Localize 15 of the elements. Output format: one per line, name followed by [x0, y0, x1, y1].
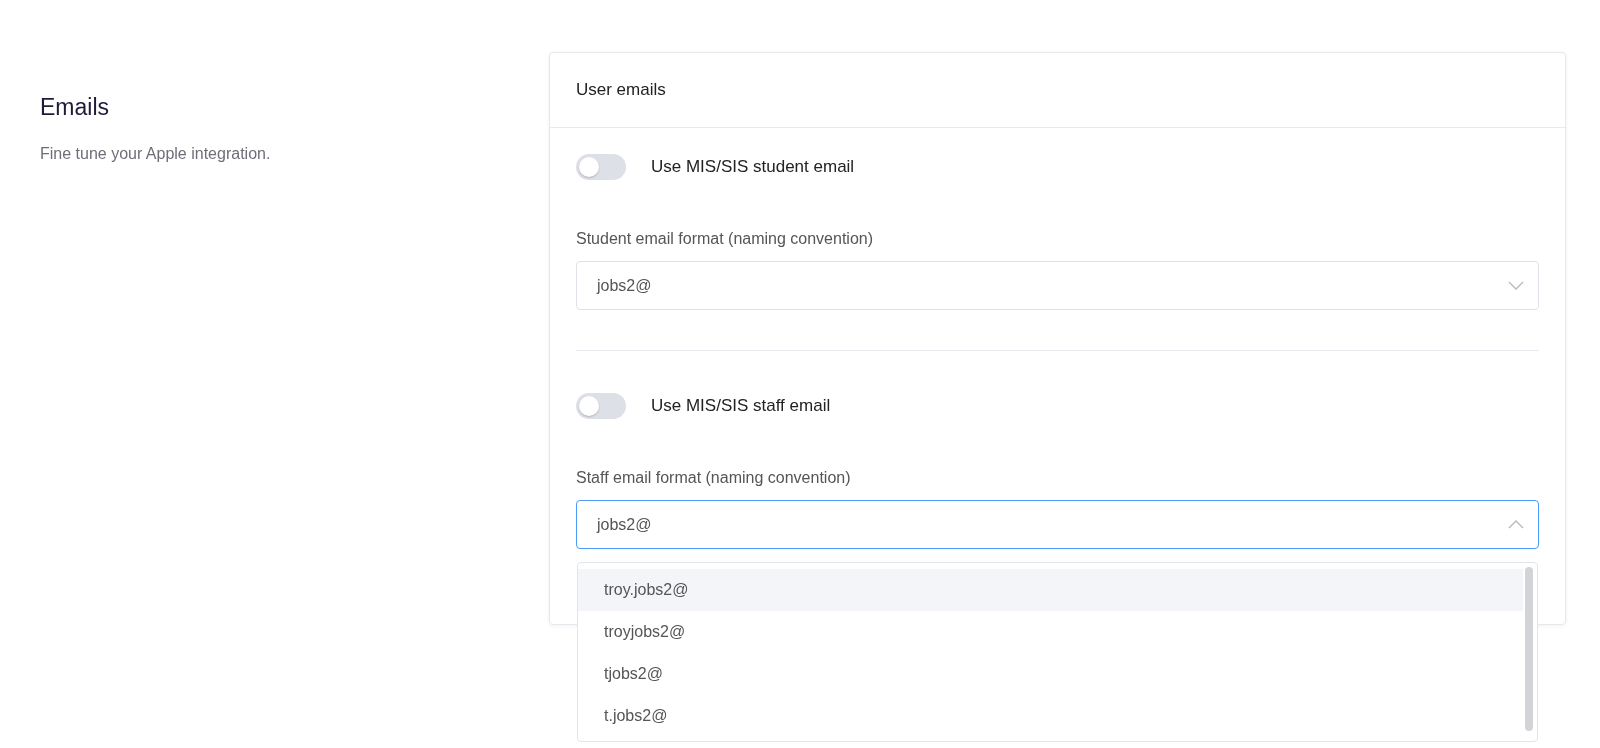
toggle-label: Use MIS/SIS staff email	[651, 396, 831, 416]
toggle-label: Use MIS/SIS student email	[651, 157, 855, 177]
card-title: User emails	[550, 53, 1565, 128]
toggle-switch[interactable]	[576, 154, 626, 180]
scrollbar-thumb[interactable]	[1525, 567, 1533, 731]
section-title: Emails	[40, 94, 110, 121]
dropdown-option[interactable]: troy.jobs2@	[578, 569, 1523, 611]
field-label: Staff email format (naming convention)	[576, 469, 852, 487]
field-label: Student email format (naming convention)	[576, 230, 875, 248]
chevron-down-icon	[1508, 281, 1524, 290]
section-subtitle: Fine tune your Apple integration.	[40, 145, 272, 163]
select-field[interactable]: jobs2@	[576, 261, 1539, 310]
chevron-up-icon	[1508, 520, 1524, 529]
toggle-switch[interactable]	[576, 393, 626, 419]
select-field[interactable]: jobs2@	[576, 500, 1539, 549]
